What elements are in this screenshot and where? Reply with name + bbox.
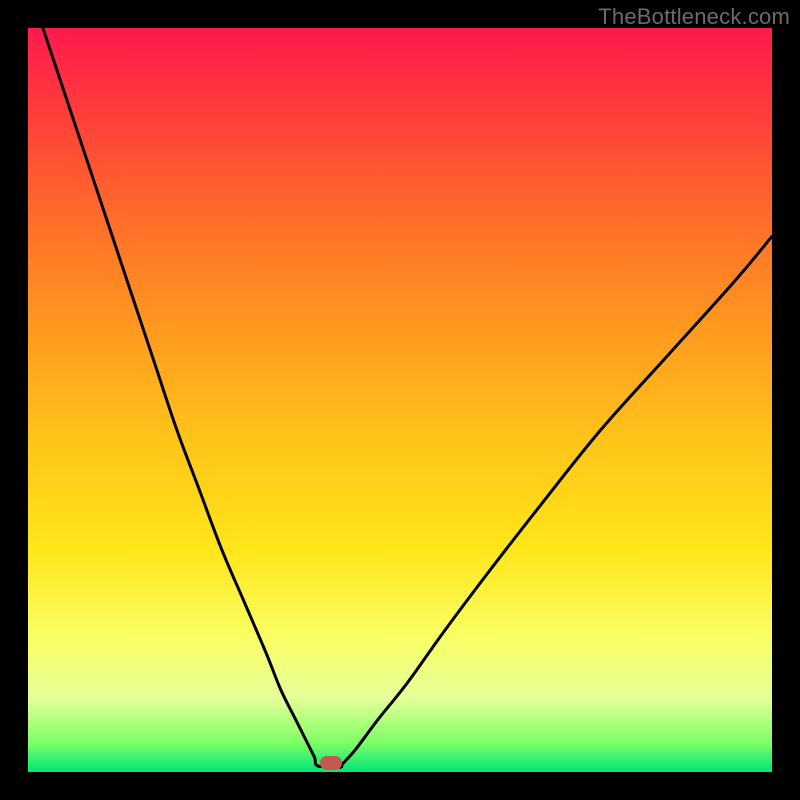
watermark-text: TheBottleneck.com bbox=[598, 4, 790, 30]
optimal-marker bbox=[320, 756, 342, 770]
chart-frame: TheBottleneck.com bbox=[0, 0, 800, 800]
curve-path bbox=[43, 28, 772, 767]
chart-plot-area bbox=[28, 28, 772, 772]
bottleneck-curve bbox=[28, 28, 772, 772]
